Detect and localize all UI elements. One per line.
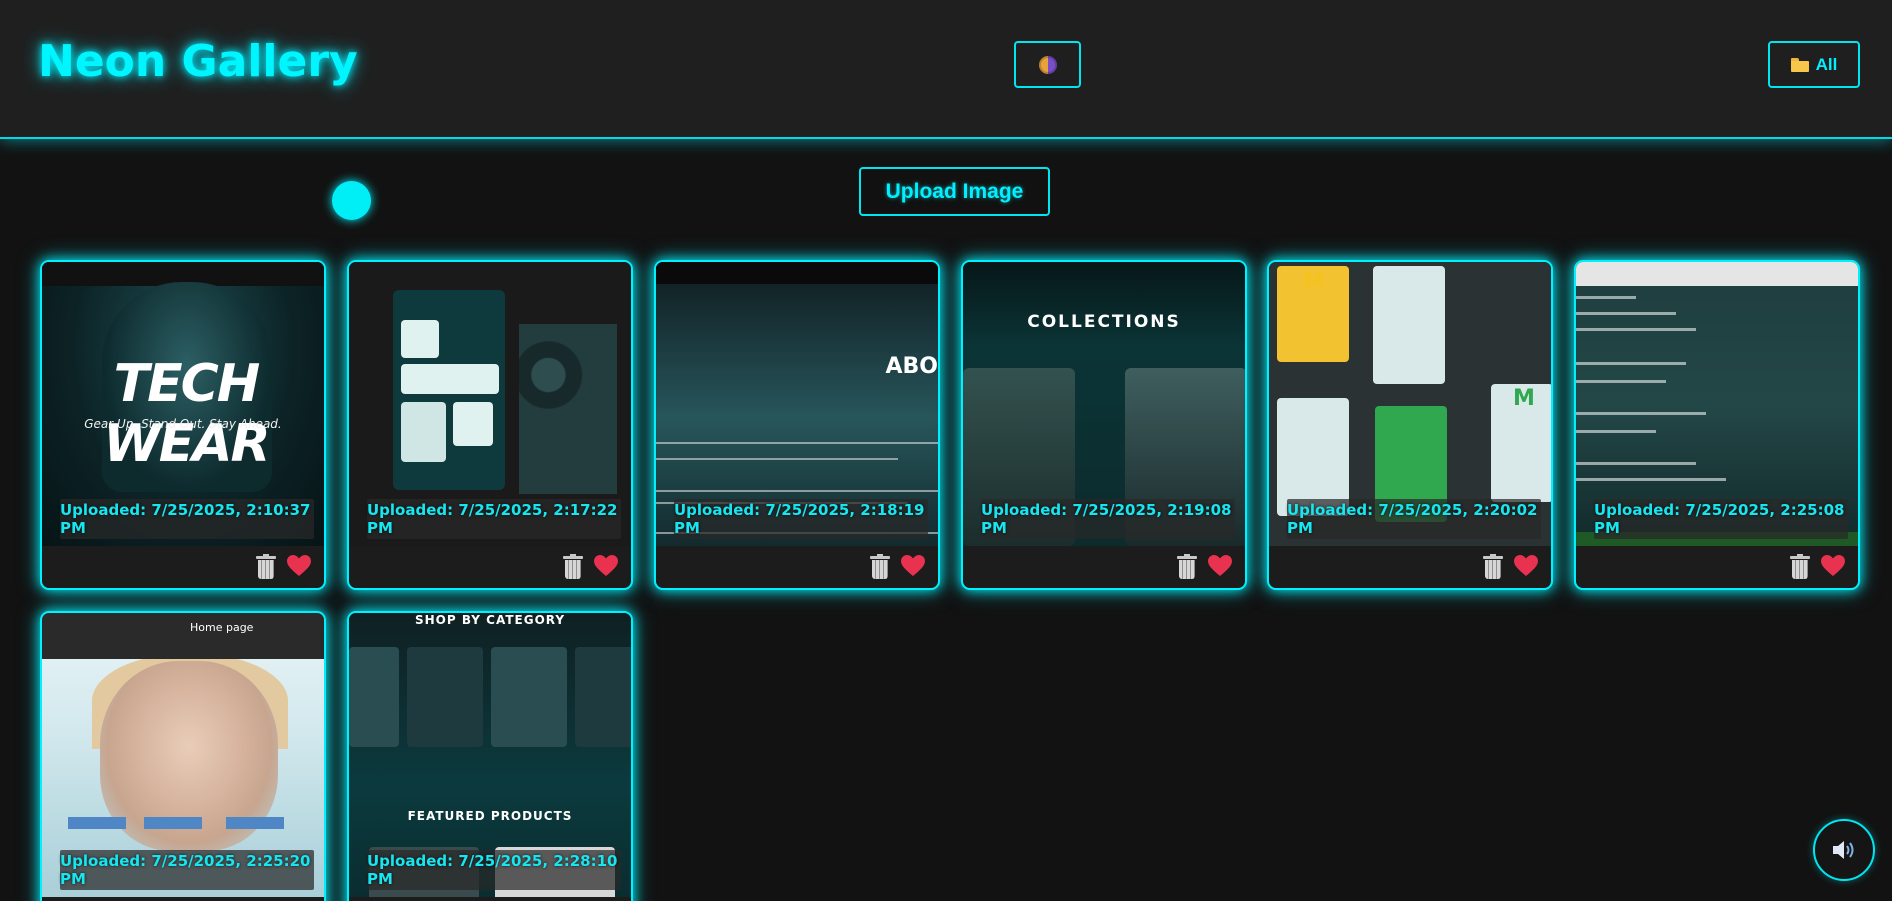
upload-timestamp: Uploaded: 7/25/2025, 2:28:10 PM xyxy=(367,850,621,890)
gallery-card[interactable]: ABO Uploaded: 7/25/2025, 2:18:19 PM xyxy=(654,260,940,590)
upload-timestamp: Uploaded: 7/25/2025, 2:20:02 PM xyxy=(1287,499,1541,539)
thumbnail-text: ABO xyxy=(885,354,939,379)
trash-icon[interactable] xyxy=(868,554,892,580)
gallery-card[interactable]: COLLECTIONS Uploaded: 7/25/2025, 2:19:08… xyxy=(961,260,1247,590)
thumbnail-text: TECH WEAR xyxy=(103,354,270,474)
theme-toggle-button[interactable] xyxy=(1014,41,1081,88)
gallery-card[interactable]: SHOP BY CATEGORY FEATURED PRODUCTS Uploa… xyxy=(347,611,633,901)
gallery-card[interactable]: Uploaded: 7/25/2025, 2:25:08 PM xyxy=(1574,260,1860,590)
cursor-indicator xyxy=(332,181,371,220)
gallery-card[interactable]: Home page Uploaded: 7/25/2025, 2:25:20 PM xyxy=(40,611,326,901)
folder-icon xyxy=(1790,57,1809,72)
upload-timestamp: Uploaded: 7/25/2025, 2:19:08 PM xyxy=(981,499,1235,539)
trash-icon[interactable] xyxy=(561,554,585,580)
thumbnail-text: SHOP BY CATEGORY xyxy=(414,613,566,627)
speaker-icon xyxy=(1831,839,1857,861)
upload-timestamp: Uploaded: 7/25/2025, 2:17:22 PM xyxy=(367,499,621,539)
upload-image-button[interactable]: Upload Image xyxy=(859,167,1050,216)
heart-icon[interactable] xyxy=(286,554,312,578)
filter-label: All xyxy=(1815,54,1838,74)
sound-toggle-button[interactable] xyxy=(1813,819,1875,881)
trash-icon[interactable] xyxy=(1175,554,1199,580)
filter-dropdown-button[interactable]: All xyxy=(1768,41,1860,88)
heart-icon[interactable] xyxy=(1820,554,1846,578)
gallery-card[interactable]: TECH WEAR Gear Up. Stand Out. Stay Ahead… xyxy=(40,260,326,590)
upload-timestamp: Uploaded: 7/25/2025, 2:18:19 PM xyxy=(674,499,928,539)
upload-timestamp: Uploaded: 7/25/2025, 2:25:20 PM xyxy=(60,850,314,890)
gallery-card[interactable]: M M Uploaded: 7/25/2025, 2:20:02 PM xyxy=(1267,260,1553,590)
heart-icon[interactable] xyxy=(900,554,926,578)
heart-icon[interactable] xyxy=(1513,554,1539,578)
trash-icon[interactable] xyxy=(1481,554,1505,580)
palette-icon xyxy=(1038,55,1057,74)
app-title: Neon Gallery xyxy=(38,36,358,87)
heart-icon[interactable] xyxy=(1207,554,1233,578)
trash-icon[interactable] xyxy=(254,554,278,580)
gallery-card[interactable]: Uploaded: 7/25/2025, 2:17:22 PM xyxy=(347,260,633,590)
thumbnail-text: Home page xyxy=(190,621,254,634)
trash-icon[interactable] xyxy=(1788,554,1812,580)
heart-icon[interactable] xyxy=(593,554,619,578)
thumbnail-text: FEATURED PRODUCTS xyxy=(407,809,573,823)
thumbnail-tagline: Gear Up. Stand Out. Stay Ahead. xyxy=(84,417,282,431)
upload-timestamp: Uploaded: 7/25/2025, 2:25:08 PM xyxy=(1594,499,1848,539)
upload-timestamp: Uploaded: 7/25/2025, 2:10:37 PM xyxy=(60,499,314,539)
app-header: Neon Gallery All xyxy=(0,0,1892,139)
thumbnail-text: COLLECTIONS xyxy=(1027,312,1181,332)
